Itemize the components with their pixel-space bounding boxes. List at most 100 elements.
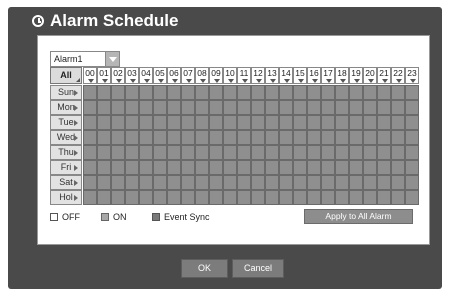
hour-header-20[interactable]: 20 (363, 67, 377, 84)
schedule-cell[interactable] (139, 85, 153, 100)
schedule-cell[interactable] (321, 115, 335, 130)
schedule-cell[interactable] (83, 190, 97, 205)
schedule-cell[interactable] (391, 130, 405, 145)
schedule-cell[interactable] (209, 145, 223, 160)
day-row-header-tue[interactable]: Tue (50, 115, 82, 130)
schedule-cell[interactable] (209, 160, 223, 175)
schedule-cell[interactable] (321, 175, 335, 190)
schedule-cell[interactable] (265, 85, 279, 100)
hour-header-13[interactable]: 13 (265, 67, 279, 84)
schedule-cell[interactable] (321, 130, 335, 145)
schedule-cell[interactable] (97, 145, 111, 160)
schedule-cell[interactable] (293, 175, 307, 190)
hour-header-11[interactable]: 11 (237, 67, 251, 84)
schedule-cell[interactable] (181, 175, 195, 190)
hour-header-22[interactable]: 22 (391, 67, 405, 84)
schedule-cell[interactable] (335, 100, 349, 115)
schedule-cell[interactable] (349, 100, 363, 115)
schedule-cell[interactable] (363, 115, 377, 130)
schedule-cell[interactable] (83, 145, 97, 160)
schedule-cell[interactable] (405, 160, 419, 175)
schedule-cell[interactable] (237, 130, 251, 145)
schedule-cell[interactable] (405, 190, 419, 205)
schedule-cell[interactable] (167, 115, 181, 130)
schedule-cell[interactable] (223, 190, 237, 205)
hour-header-12[interactable]: 12 (251, 67, 265, 84)
schedule-cell[interactable] (321, 85, 335, 100)
schedule-cell[interactable] (125, 130, 139, 145)
hour-header-15[interactable]: 15 (293, 67, 307, 84)
schedule-cell[interactable] (293, 115, 307, 130)
schedule-cell[interactable] (293, 160, 307, 175)
schedule-cell[interactable] (377, 130, 391, 145)
schedule-cell[interactable] (279, 145, 293, 160)
schedule-cell[interactable] (265, 100, 279, 115)
day-row-header-hol[interactable]: Hol (50, 190, 82, 205)
schedule-cell[interactable] (349, 85, 363, 100)
schedule-cell[interactable] (237, 190, 251, 205)
schedule-cell[interactable] (293, 145, 307, 160)
schedule-cell[interactable] (363, 100, 377, 115)
apply-to-all-alarm-button[interactable]: Apply to All Alarm (304, 209, 413, 224)
hour-header-02[interactable]: 02 (111, 67, 125, 84)
day-row-header-mon[interactable]: Mon (50, 100, 82, 115)
schedule-cell[interactable] (293, 85, 307, 100)
schedule-cell[interactable] (153, 160, 167, 175)
schedule-cell[interactable] (335, 175, 349, 190)
schedule-cell[interactable] (223, 115, 237, 130)
schedule-cell[interactable] (167, 85, 181, 100)
hour-header-06[interactable]: 06 (167, 67, 181, 84)
schedule-cell[interactable] (307, 190, 321, 205)
schedule-cell[interactable] (111, 160, 125, 175)
schedule-cell[interactable] (279, 130, 293, 145)
schedule-cell[interactable] (153, 85, 167, 100)
schedule-cell[interactable] (335, 160, 349, 175)
schedule-cell[interactable] (125, 190, 139, 205)
schedule-cell[interactable] (265, 190, 279, 205)
schedule-cell[interactable] (349, 115, 363, 130)
schedule-cell[interactable] (139, 175, 153, 190)
schedule-cell[interactable] (405, 175, 419, 190)
schedule-cell[interactable] (279, 190, 293, 205)
schedule-cell[interactable] (251, 190, 265, 205)
schedule-cell[interactable] (251, 130, 265, 145)
schedule-cell[interactable] (391, 115, 405, 130)
schedule-cell[interactable] (405, 85, 419, 100)
schedule-cell[interactable] (321, 100, 335, 115)
hour-header-05[interactable]: 05 (153, 67, 167, 84)
schedule-cell[interactable] (139, 145, 153, 160)
schedule-cell[interactable] (153, 100, 167, 115)
schedule-cell[interactable] (181, 145, 195, 160)
schedule-cell[interactable] (125, 145, 139, 160)
schedule-cell[interactable] (209, 115, 223, 130)
hour-header-04[interactable]: 04 (139, 67, 153, 84)
schedule-cell[interactable] (391, 160, 405, 175)
schedule-cell[interactable] (391, 175, 405, 190)
schedule-cell[interactable] (405, 145, 419, 160)
schedule-cell[interactable] (195, 175, 209, 190)
schedule-cell[interactable] (181, 115, 195, 130)
schedule-cell[interactable] (363, 160, 377, 175)
select-all-button[interactable]: All (50, 67, 82, 84)
day-row-header-sun[interactable]: Sun (50, 85, 82, 100)
schedule-cell[interactable] (195, 190, 209, 205)
cancel-button[interactable]: Cancel (232, 259, 284, 278)
schedule-cell[interactable] (83, 130, 97, 145)
schedule-cell[interactable] (237, 145, 251, 160)
schedule-cell[interactable] (237, 115, 251, 130)
schedule-cell[interactable] (223, 130, 237, 145)
schedule-cell[interactable] (307, 100, 321, 115)
schedule-cell[interactable] (265, 145, 279, 160)
schedule-cell[interactable] (237, 100, 251, 115)
hour-header-23[interactable]: 23 (405, 67, 419, 84)
schedule-cell[interactable] (307, 145, 321, 160)
schedule-cell[interactable] (195, 160, 209, 175)
schedule-cell[interactable] (321, 190, 335, 205)
schedule-cell[interactable] (307, 115, 321, 130)
schedule-cell[interactable] (97, 130, 111, 145)
schedule-cell[interactable] (153, 130, 167, 145)
schedule-cell[interactable] (349, 160, 363, 175)
hour-header-17[interactable]: 17 (321, 67, 335, 84)
schedule-cell[interactable] (181, 190, 195, 205)
schedule-cell[interactable] (363, 145, 377, 160)
